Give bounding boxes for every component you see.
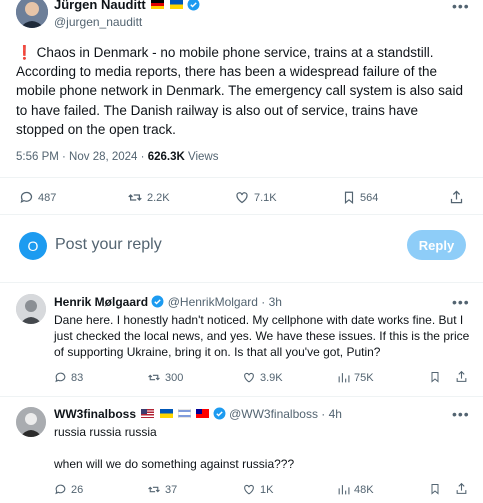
post-timestamp[interactable]: 5:56 PM · Nov 28, 2024 ·: [16, 151, 144, 163]
share-action[interactable]: [449, 189, 464, 210]
bookmark-action[interactable]: [429, 482, 441, 501]
views-count: 626.3K: [147, 151, 185, 163]
analytics-icon: [338, 373, 350, 383]
bookmark-count: 564: [360, 191, 379, 204]
post-meta: 5:56 PM · Nov 28, 2024 · 626.3K Views: [16, 151, 218, 163]
bookmark-icon: [431, 484, 439, 495]
reply-avatar[interactable]: [16, 407, 46, 437]
taiwan-flag-icon: [196, 409, 210, 418]
reply-count: 26: [71, 483, 84, 496]
repost-action[interactable]: 300: [147, 371, 183, 384]
bookmark-action[interactable]: [429, 370, 441, 389]
like-action[interactable]: 7.1K: [234, 190, 277, 205]
reply-header: WW3finalboss @WW3finalboss · 4h: [54, 407, 342, 421]
divider: [0, 396, 483, 397]
more-options-icon[interactable]: •••: [452, 406, 470, 422]
like-action[interactable]: 3.9K: [242, 371, 283, 384]
divider: [0, 214, 483, 215]
repost-action[interactable]: 2.2K: [127, 190, 170, 205]
share-icon: [450, 190, 463, 204]
more-options-icon[interactable]: •••: [452, 0, 470, 14]
repost-icon: [148, 486, 160, 493]
red-exclamation-icon: ❗: [16, 45, 33, 60]
author-name-row: Jürgen Nauditt: [54, 0, 200, 12]
reply-text-line-2: when will we do something against russia…: [54, 457, 295, 471]
reply-count: 487: [38, 191, 57, 204]
views-label: Views: [187, 151, 219, 163]
repost-count: 37: [165, 483, 178, 496]
like-count: 7.1K: [254, 191, 277, 204]
author-avatar[interactable]: [16, 0, 48, 28]
reply-time[interactable]: · 4h: [321, 407, 342, 421]
ukraine-flag-icon: [169, 0, 183, 9]
repost-count: 300: [165, 371, 184, 384]
repost-action[interactable]: 37: [147, 483, 177, 496]
repost-count: 2.2K: [147, 191, 170, 204]
reply-avatar[interactable]: [16, 294, 46, 324]
comment-icon: [55, 484, 66, 495]
comment-icon: [55, 372, 66, 383]
share-icon: [456, 482, 467, 494]
reply-text-line-1: russia russia russia: [54, 425, 157, 439]
heart-icon: [244, 484, 254, 495]
israel-flag-icon: [178, 409, 192, 418]
divider: [0, 177, 483, 178]
verified-badge-icon: [151, 295, 164, 308]
reply-author-name[interactable]: Henrik Mølgaard: [54, 295, 148, 309]
reply-header: Henrik Mølgaard @HenrikMolgard · 3h: [54, 295, 282, 309]
verified-badge-icon: [187, 0, 200, 11]
reply-author-handle[interactable]: @WW3finalboss: [229, 407, 318, 421]
bookmark-action[interactable]: 564: [342, 190, 378, 205]
ukraine-flag-icon: [159, 409, 173, 418]
composer-avatar[interactable]: O: [19, 232, 47, 260]
views-count: 48K: [354, 483, 374, 496]
reply-button[interactable]: Reply: [407, 230, 466, 260]
verified-badge-icon: [213, 407, 226, 420]
reply-author-photo: [16, 407, 46, 437]
bookmark-icon: [344, 191, 354, 204]
post-body: ❗ Chaos in Denmark - no mobile phone ser…: [16, 43, 468, 139]
views-count: 75K: [354, 371, 374, 384]
usa-flag-icon: [141, 409, 155, 418]
composer-avatar-letter: O: [27, 238, 39, 254]
repost-icon: [148, 374, 160, 381]
like-count: 1K: [260, 483, 274, 496]
divider: [0, 282, 483, 283]
analytics-icon: [338, 485, 350, 495]
reply-author-photo: [16, 294, 46, 324]
bookmark-icon: [431, 372, 439, 383]
reply-text: Dane here. I honestly hadn't noticed. My…: [54, 313, 470, 359]
heart-icon: [244, 372, 254, 383]
views-action[interactable]: 75K: [337, 371, 374, 384]
reply-action[interactable]: 26: [54, 483, 83, 496]
repost-icon: [128, 194, 142, 201]
more-options-icon[interactable]: •••: [452, 294, 470, 310]
share-action[interactable]: [455, 481, 468, 501]
reply-input[interactable]: Post your reply: [55, 236, 162, 254]
share-icon: [456, 370, 467, 382]
views-action[interactable]: 48K: [337, 483, 374, 496]
reply-count: 83: [71, 371, 84, 384]
share-action[interactable]: [455, 369, 468, 389]
reply-author-handle[interactable]: @HenrikMolgard: [168, 295, 258, 309]
like-count: 3.9K: [260, 371, 283, 384]
like-action[interactable]: 1K: [242, 483, 273, 496]
heart-icon: [236, 192, 248, 204]
germany-flag-icon: [151, 0, 165, 9]
post-text: Chaos in Denmark - no mobile phone servi…: [16, 45, 463, 137]
comment-icon: [20, 191, 33, 204]
reply-action[interactable]: 83: [54, 371, 83, 384]
reply-author-name[interactable]: WW3finalboss: [54, 407, 136, 421]
reply-action[interactable]: 487: [19, 190, 56, 205]
author-name[interactable]: Jürgen Nauditt: [54, 0, 146, 12]
author-handle[interactable]: @jurgen_nauditt: [54, 15, 142, 29]
author-photo: [16, 0, 48, 28]
reply-time[interactable]: · 3h: [261, 295, 282, 309]
